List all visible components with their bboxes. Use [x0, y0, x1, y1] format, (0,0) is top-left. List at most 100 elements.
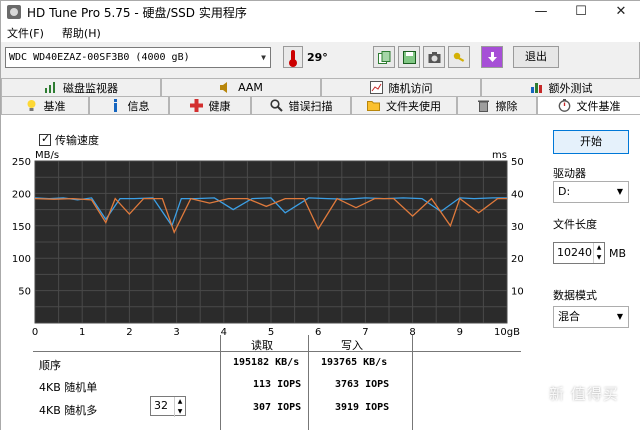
4kb-single-write-value: 3763 IOPS [335, 379, 390, 390]
temperature-button[interactable] [283, 46, 303, 68]
up-arrow-icon[interactable]: ▲ [175, 397, 185, 407]
chart-icon [45, 82, 55, 93]
tab-row-bottom: 基准 信息 健康 错误扫描 文件夹使用 擦除 文件基准 [1, 96, 640, 114]
chevron-down-icon: ▼ [616, 312, 623, 321]
tab-info[interactable]: 信息 [89, 96, 169, 114]
copy-button[interactable] [373, 46, 395, 68]
x-tick: 0 [32, 327, 38, 338]
tab-label: 随机访问 [388, 81, 433, 95]
benchmark-chart: MB/s ms2502001501005050403020100 1 2 3 4 5 6 7 8 9… [12, 150, 524, 338]
drive-letter-dropdown[interactable]: D: ▼ [553, 181, 629, 203]
drive-letter-value: D: [558, 185, 571, 198]
table-divider [220, 335, 221, 430]
sequential-read-value: 195182 KB/s [233, 357, 300, 368]
trash-icon [477, 100, 489, 112]
tab-disk-monitor[interactable]: 磁盘监视器 [1, 78, 161, 96]
menu-bar: 文件(F) 帮助(H) [1, 23, 640, 42]
x-tick: 9 [457, 327, 463, 338]
screenshot-button[interactable] [423, 46, 445, 68]
tab-benchmark[interactable]: 基准 [1, 96, 89, 114]
start-button[interactable]: 开始 [553, 130, 629, 154]
key-button[interactable] [448, 46, 470, 68]
tab-erase[interactable]: 擦除 [457, 96, 537, 114]
4kb-multi-read-value: 307 IOPS [253, 402, 302, 413]
tab-file-benchmark[interactable]: 文件基准 [537, 96, 640, 114]
sequential-write-value: 193765 KB/s [321, 357, 388, 368]
tab-extra-tests[interactable]: 额外测试 [481, 78, 640, 96]
copy-icon [378, 51, 391, 64]
y-tick-right: 50 [511, 157, 524, 168]
y-axis-unit-right: ms [492, 150, 507, 161]
x-tick: 3 [173, 327, 179, 338]
x-tick: 7 [362, 327, 368, 338]
file-length-label: 文件长度 [553, 218, 597, 231]
4kb-single-read-value: 113 IOPS [253, 379, 302, 390]
tab-label: 健康 [208, 99, 231, 113]
up-arrow-icon[interactable]: ▲ [594, 243, 604, 253]
tab-random-access[interactable]: 随机访问 [321, 78, 481, 96]
down-arrow-icon[interactable]: ▼ [594, 253, 604, 263]
window-title: HD Tune Pro 5.75 - 硬盘/SSD 实用程序 [27, 5, 247, 20]
exit-button[interactable]: 退出 [513, 46, 559, 68]
menu-file[interactable]: 文件(F) [7, 25, 44, 41]
tab-label: 文件夹使用 [386, 99, 441, 113]
tab-label: 额外测试 [548, 81, 593, 95]
title-bar: HD Tune Pro 5.75 - 硬盘/SSD 实用程序 — ☐ ✕ [1, 1, 640, 23]
y-axis-unit-left: MB/s [35, 150, 59, 161]
bulb-icon [27, 100, 35, 111]
row-label-sequential: 顺序 [39, 359, 61, 372]
tab-label: 错误扫描 [288, 99, 333, 113]
tab-label: 文件基准 [576, 99, 621, 113]
maximize-button[interactable]: ☐ [561, 1, 601, 23]
down-arrow-icon[interactable]: ▼ [175, 407, 185, 417]
tab-label: 基准 [43, 99, 66, 113]
x-tick: 1 [79, 327, 85, 338]
data-mode-label: 数据模式 [553, 289, 597, 302]
menu-help[interactable]: 帮助(H) [62, 25, 101, 41]
temperature-readout: 29° [307, 51, 328, 64]
file-length-value: 10240 [557, 246, 592, 259]
tab-error-scan[interactable]: 错误扫描 [251, 96, 351, 114]
file-length-stepper[interactable]: 10240 ▲ ▼ [553, 242, 605, 264]
queue-depth-stepper[interactable]: 32 ▲ ▼ [150, 396, 186, 417]
y-tick-right: 20 [511, 254, 524, 265]
toolbar: WDC WD40EZAZ-00SF3B0 (4000 gB) ▼ 29° 退出 [1, 42, 640, 74]
drive-dropdown[interactable]: WDC WD40EZAZ-00SF3B0 (4000 gB) ▼ [5, 47, 271, 68]
chart-icon [369, 81, 383, 94]
y-tick-right: 10 [511, 287, 524, 298]
write-column-header: 写入 [341, 339, 363, 352]
minimize-button[interactable]: — [521, 1, 561, 23]
queue-depth-value: 32 [154, 399, 168, 412]
close-button[interactable]: ✕ [601, 1, 640, 23]
4kb-multi-write-value: 3919 IOPS [335, 402, 390, 413]
save-button[interactable] [398, 46, 420, 68]
read-column-header: 读取 [251, 339, 273, 352]
tab-health[interactable]: 健康 [169, 96, 251, 114]
tab-label: 磁盘监视器 [63, 81, 118, 95]
data-mode-dropdown[interactable]: 混合 ▼ [553, 306, 629, 328]
table-divider [308, 335, 309, 430]
stepper-buttons[interactable]: ▲ ▼ [174, 397, 185, 417]
tab-folder-usage[interactable]: 文件夹使用 [351, 96, 457, 114]
health-cross-icon [189, 99, 203, 112]
chevron-down-icon: ▼ [261, 53, 266, 62]
y-tick-left: 200 [12, 189, 31, 200]
download-button[interactable] [481, 46, 503, 68]
table-divider [33, 351, 521, 352]
y-tick-left: 250 [12, 157, 31, 168]
file-benchmark-panel: 传输速度 MB/sms25020015010050504030201001234… [1, 114, 640, 430]
tab-aam[interactable]: AAM [161, 78, 321, 96]
magnifier-icon [269, 99, 283, 112]
y-tick-right: 40 [511, 189, 524, 200]
chart-icon [530, 83, 542, 93]
y-tick-left: 150 [12, 222, 31, 233]
x-tick: 2 [126, 327, 132, 338]
save-icon [403, 51, 416, 64]
table-divider [412, 335, 413, 430]
tab-label: 信息 [127, 99, 150, 113]
tab-label: 擦除 [495, 99, 518, 113]
data-mode-value: 混合 [558, 310, 580, 323]
stepper-buttons[interactable]: ▲ ▼ [593, 243, 604, 263]
stopwatch-icon [558, 99, 570, 112]
tab-label: AAM [238, 81, 263, 94]
